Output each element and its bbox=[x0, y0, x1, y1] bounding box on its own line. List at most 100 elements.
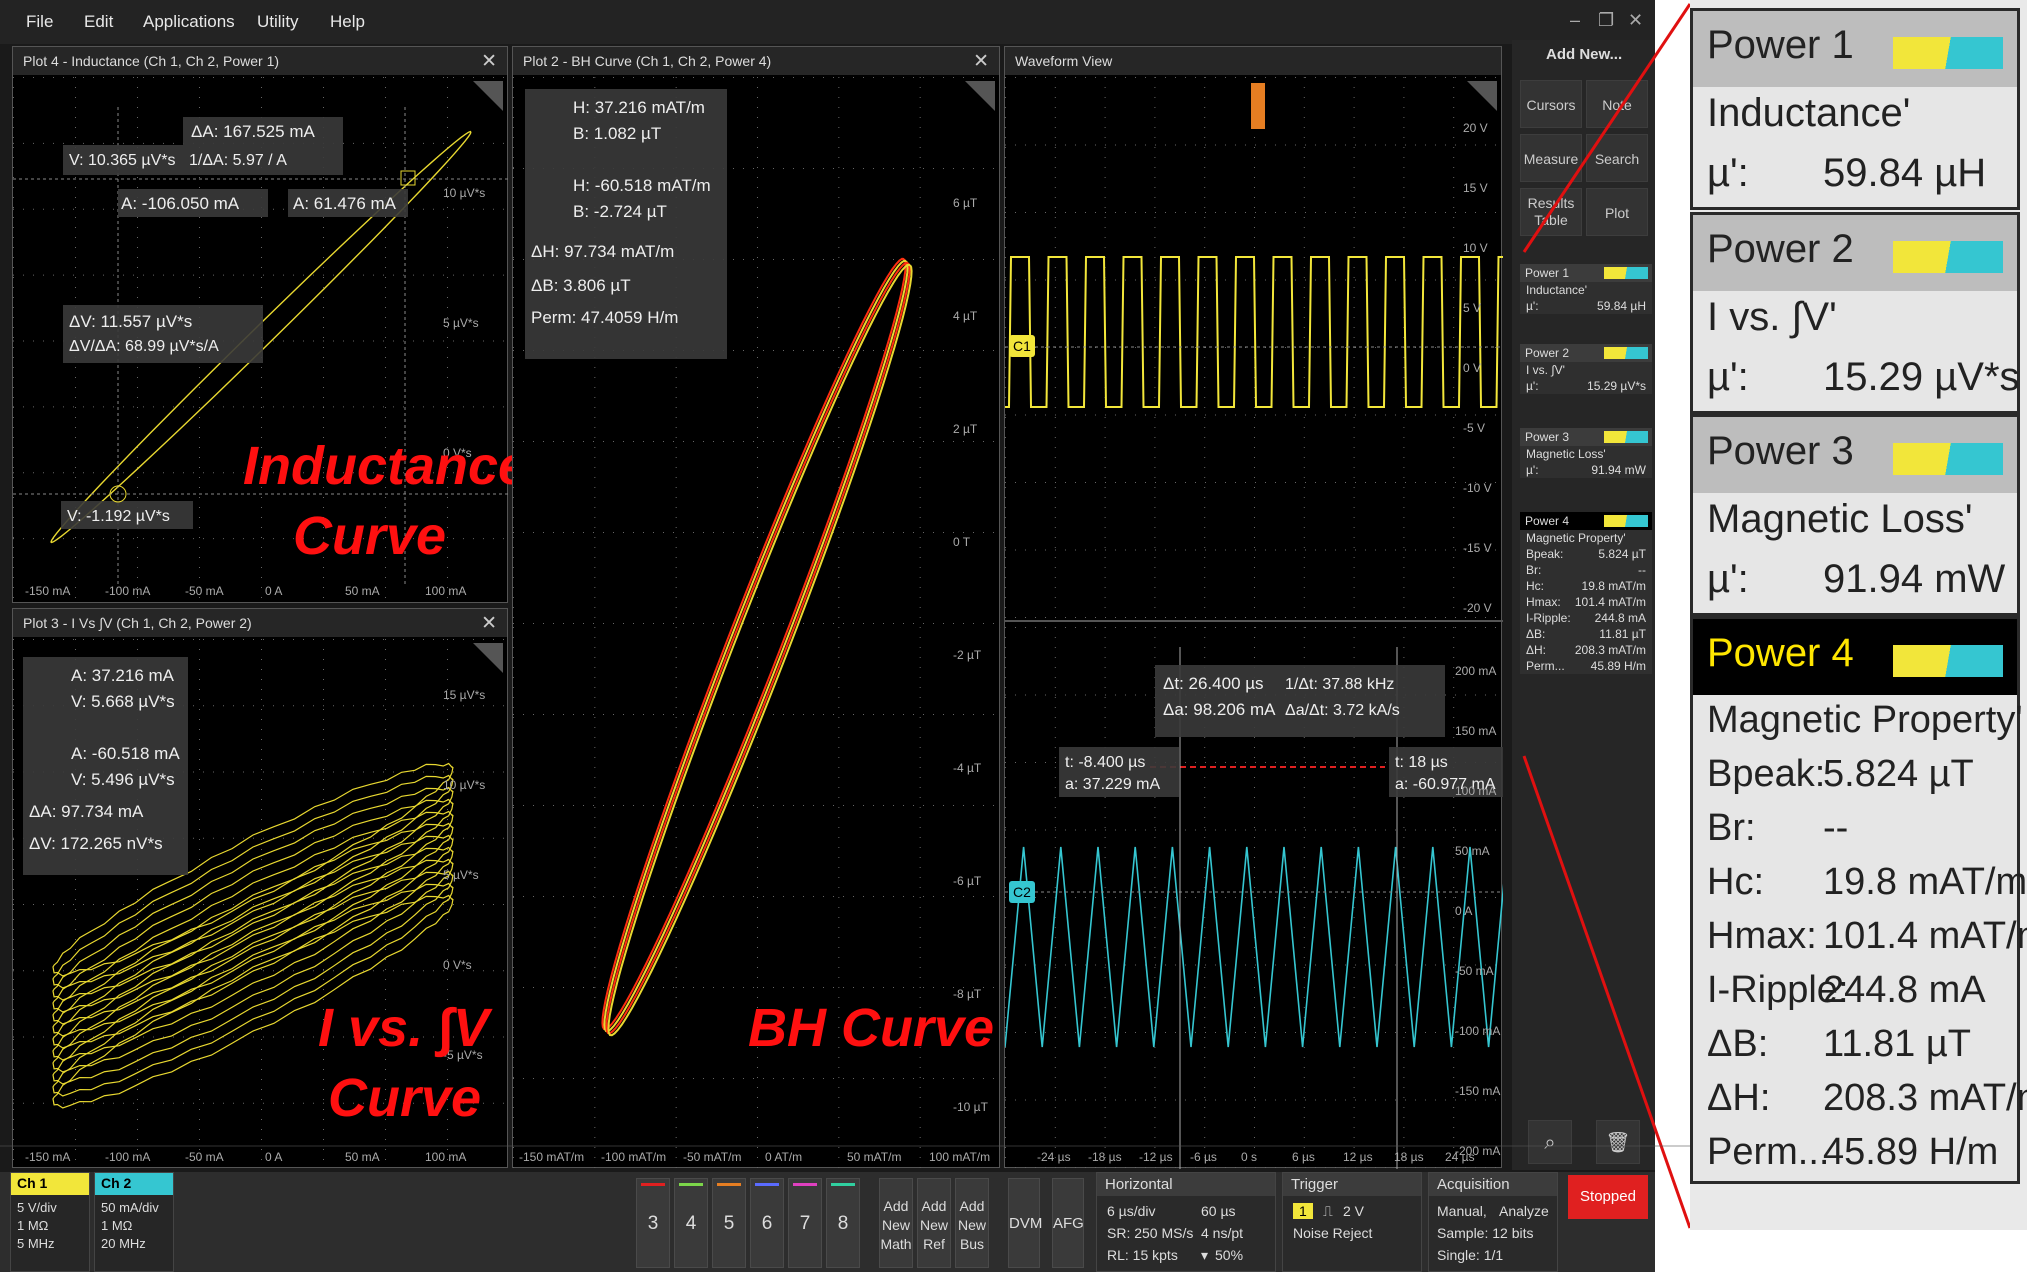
add-new-bus-button[interactable]: Add New Bus bbox=[955, 1178, 989, 1268]
add-new-math-button[interactable]: Add New Math bbox=[879, 1178, 913, 1268]
measure-button[interactable]: Measure bbox=[1520, 134, 1582, 182]
tick-label: 10 µV*s bbox=[443, 186, 485, 200]
tick-label: ΔA: 97.734 mA bbox=[29, 802, 144, 821]
menu-file[interactable]: File bbox=[26, 12, 53, 32]
channel-4-button[interactable]: 4 bbox=[674, 1178, 708, 1268]
channel-3-button[interactable]: 3 bbox=[636, 1178, 670, 1268]
zoom-result-power-2: Power 2I vs. ∫V' µ': 15.29 µV*s bbox=[1690, 212, 2020, 414]
tick-label: A: -106.050 mA bbox=[121, 194, 240, 213]
tick-label: -6 µT bbox=[953, 874, 982, 888]
tick-label: t: 18 µs bbox=[1395, 754, 1448, 771]
channel-color-strip bbox=[831, 1183, 855, 1186]
note-button[interactable]: Note bbox=[1586, 80, 1648, 128]
acquisition-badge[interactable]: Acquisition Manual, Analyze Sample: 12 b… bbox=[1428, 1172, 1558, 1272]
tick-label: H: -60.518 mAT/m bbox=[573, 176, 711, 195]
tick-label: ΔV/ΔA: 68.99 µV*s/A bbox=[69, 338, 219, 355]
tick-label: 0 A bbox=[265, 1150, 282, 1164]
tick-label: 0 T bbox=[953, 535, 971, 549]
channel-7-button[interactable]: 7 bbox=[788, 1178, 822, 1268]
source-badge-icon bbox=[1604, 515, 1648, 527]
tick-label: 10 V bbox=[1463, 241, 1488, 255]
tick-label: -50 mA bbox=[185, 1150, 224, 1164]
results-table-button[interactable]: Results Table bbox=[1520, 188, 1582, 236]
tick-label: -2 µT bbox=[953, 648, 982, 662]
tick-label: 10 µV*s bbox=[443, 778, 485, 792]
channel-5-button[interactable]: 5 bbox=[712, 1178, 746, 1268]
bh-curve-label: BH Curve bbox=[748, 998, 995, 1058]
source-badge-icon bbox=[1893, 37, 2003, 69]
tick-label: 0 V bbox=[1463, 361, 1481, 375]
inductance-label-1: Inductance bbox=[243, 436, 529, 496]
tick-label: -20 V bbox=[1463, 601, 1492, 615]
tick-label: ΔB: 3.806 µT bbox=[531, 276, 631, 295]
result-badge-power-4[interactable]: Power 4 Magnetic Property' Bpeak: 5.824 µ… bbox=[1520, 512, 1652, 674]
menu-utility[interactable]: Utility bbox=[257, 12, 299, 32]
tick-label: -100 mA bbox=[105, 584, 150, 598]
tick-label: Δa/Δt: 3.72 kA/s bbox=[1285, 702, 1400, 719]
add-new-ref-button[interactable]: Add New Ref bbox=[917, 1178, 951, 1268]
close-window-icon[interactable]: ✕ bbox=[1628, 10, 1643, 31]
plot-i-vs-v[interactable]: Plot 3 - I Vs ∫V (Ch 1, Ch 2, Power 2) ✕… bbox=[12, 608, 508, 1168]
tick-label: 6 µT bbox=[953, 196, 978, 210]
search-button[interactable]: Search bbox=[1586, 134, 1648, 182]
plot-bh-curve[interactable]: Plot 2 - BH Curve (Ch 1, Ch 2, Power 4) … bbox=[512, 46, 1000, 1168]
ch1-marker-label: C1 bbox=[1013, 338, 1031, 354]
trash-icon[interactable]: 🗑 bbox=[1596, 1120, 1640, 1164]
plot-button[interactable]: Plot bbox=[1586, 188, 1648, 236]
tick-label: 5 µV*s bbox=[443, 316, 479, 330]
channel-6-button[interactable]: 6 bbox=[750, 1178, 784, 1268]
tick-label: 0 A bbox=[1455, 904, 1472, 918]
tick-label: -5 V bbox=[1463, 421, 1485, 435]
waveform-view[interactable]: Waveform View Δt: 26.400 µs 1/Δt: 37.88 k… bbox=[1004, 46, 1503, 1169]
tick-label: 5 µV*s bbox=[443, 868, 479, 882]
tick-label: -4 µT bbox=[953, 761, 982, 775]
menu-help[interactable]: Help bbox=[330, 12, 365, 32]
tick-label: 0 s bbox=[1241, 1150, 1257, 1164]
tick-label: Perm: 47.4059 H/m bbox=[531, 308, 678, 327]
zoom-result-power-4: Power 4 Magnetic Property' Bpeak: 5.824 µT B… bbox=[1690, 616, 2027, 1184]
bh-curve-loop bbox=[607, 263, 913, 1037]
tick-label: 100 mA bbox=[425, 1150, 466, 1164]
cursors-button[interactable]: Cursors bbox=[1520, 80, 1582, 128]
zoom-search-icon[interactable]: ⌕ bbox=[1528, 1120, 1572, 1164]
stopped-button[interactable]: Stopped bbox=[1568, 1175, 1648, 1219]
result-badge-power-3[interactable]: Power 3 Magnetic Loss' µ': 91.94 mW bbox=[1520, 428, 1652, 478]
zoom-result-power-1: Power 1 Inductance' µ': 59.84 µH bbox=[1690, 8, 2020, 210]
ch2-marker-label: C2 bbox=[1013, 884, 1031, 900]
tick-label: 1/Δt: 37.88 kHz bbox=[1285, 676, 1394, 693]
restore-icon[interactable]: ❐ bbox=[1598, 10, 1614, 31]
rising-edge-icon: ⎍ bbox=[1323, 1203, 1333, 1219]
channel-8-button[interactable]: 8 bbox=[826, 1178, 860, 1268]
dvm-button[interactable]: DVM bbox=[1008, 1178, 1042, 1268]
menu-bar: File Edit Applications Utility Help – ❐ … bbox=[0, 0, 1655, 44]
tick-label: -50 mA bbox=[1455, 964, 1494, 978]
trigger-position-icon: ▾ bbox=[1201, 1247, 1209, 1263]
channel-color-strip bbox=[679, 1183, 703, 1186]
trigger-badge[interactable]: Trigger 1 ⎍ 2 V Noise Reject bbox=[1282, 1172, 1422, 1272]
tick-label: ΔA: 167.525 mA bbox=[191, 122, 315, 141]
result-badge-power-1[interactable]: Power 1 Inductance' µ': 59.84 µH bbox=[1520, 264, 1652, 314]
source-badge-icon bbox=[1604, 431, 1648, 443]
ch2-badge[interactable]: Ch 2 50 mA/div 1 MΩ 20 MHz bbox=[94, 1172, 174, 1272]
ch1-badge[interactable]: Ch 1 5 V/div 1 MΩ 5 MHz bbox=[10, 1172, 90, 1272]
tick-label: -18 µs bbox=[1088, 1150, 1122, 1164]
tick-label: -100 mA bbox=[1455, 1024, 1500, 1038]
tick-label: -50 mAT/m bbox=[683, 1150, 741, 1164]
tick-label: B: 1.082 µT bbox=[573, 124, 661, 143]
afg-button[interactable]: AFG bbox=[1052, 1178, 1084, 1268]
tick-label: -24 µs bbox=[1037, 1150, 1071, 1164]
horizontal-badge[interactable]: Horizontal 6 µs/div 60 µs SR: 250 MS/s 4… bbox=[1096, 1172, 1276, 1272]
result-badge-power-2[interactable]: Power 2I vs. ∫V' µ': 15.29 µV*s bbox=[1520, 344, 1652, 394]
ch1-waveform bbox=[1005, 256, 1503, 408]
menu-applications[interactable]: Applications bbox=[143, 12, 235, 32]
menu-edit[interactable]: Edit bbox=[84, 12, 113, 32]
minimize-icon[interactable]: – bbox=[1570, 10, 1580, 31]
tick-label: 100 mA bbox=[1455, 784, 1496, 798]
plot-inductance[interactable]: Plot 4 - Inductance (Ch 1, Ch 2, Power 1… bbox=[12, 46, 528, 603]
tick-label: A: -60.518 mA bbox=[71, 744, 180, 763]
inductance-label-2: Curve bbox=[293, 506, 447, 566]
tick-label: -6 µs bbox=[1190, 1150, 1217, 1164]
tick-label: 100 mA bbox=[425, 584, 466, 598]
tick-label: 0 AT/m bbox=[765, 1150, 802, 1164]
tick-label: 50 mA bbox=[345, 584, 380, 598]
